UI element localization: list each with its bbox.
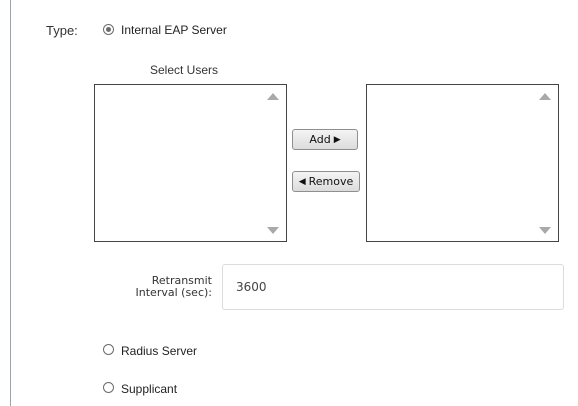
type-label: Type: [46, 23, 78, 38]
retransmit-label-line2: Interval (sec): [135, 286, 212, 299]
scroll-down-icon[interactable] [267, 227, 279, 234]
add-button-label: Add [309, 133, 331, 146]
add-button[interactable]: Add ▶ [292, 129, 358, 150]
select-users-heading: Select Users [150, 63, 219, 77]
scroll-up-icon[interactable] [539, 93, 551, 100]
radio-supplicant[interactable] [103, 382, 114, 393]
remove-button[interactable]: ◀ Remove [292, 171, 360, 192]
play-right-icon: ▶ [333, 134, 341, 145]
radio-internal-eap-server-label: Internal EAP Server [121, 23, 227, 37]
retransmit-interval-input[interactable]: 3600 [222, 264, 564, 310]
selected-users-listbox[interactable] [366, 84, 559, 242]
radio-radius-server-label: Radius Server [121, 344, 198, 358]
scroll-up-icon[interactable] [267, 93, 279, 100]
remove-button-label: Remove [308, 175, 354, 188]
radio-internal-eap-server[interactable] [103, 24, 114, 35]
radio-radius-server[interactable] [103, 344, 114, 355]
available-users-listbox[interactable] [94, 84, 287, 242]
retransmit-interval-label: Retransmit Interval (sec): [100, 275, 212, 299]
radio-supplicant-label: Supplicant [121, 382, 178, 396]
play-left-icon: ◀ [298, 176, 306, 187]
scroll-down-icon[interactable] [539, 227, 551, 234]
